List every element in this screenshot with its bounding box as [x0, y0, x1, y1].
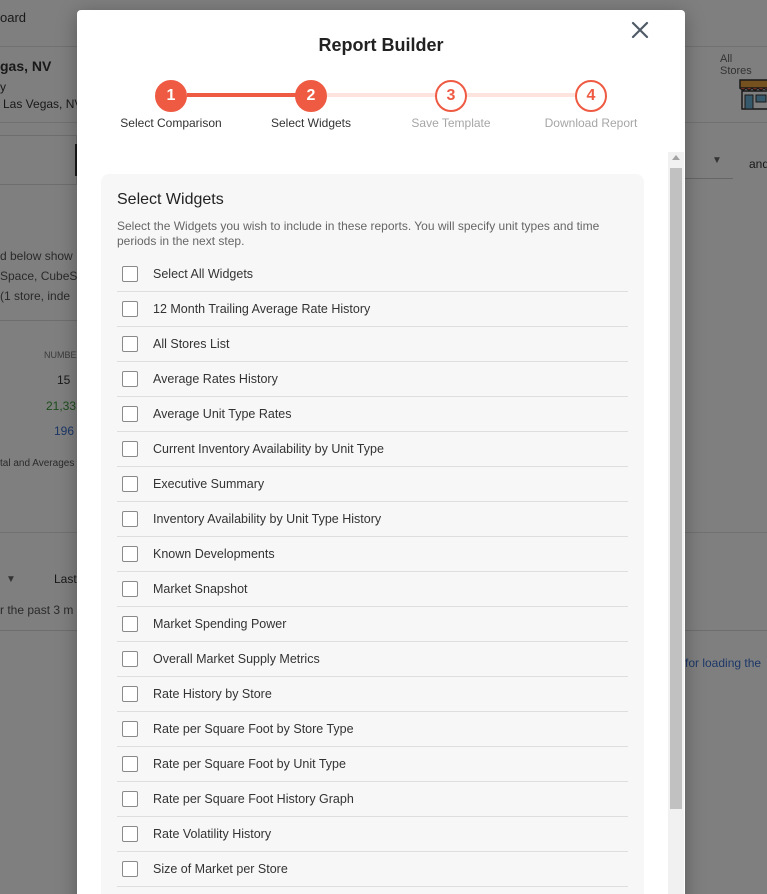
report-builder-modal: Report Builder 1 Select Comparison 2 Sel…: [77, 10, 685, 894]
widget-option[interactable]: All Stores List: [117, 327, 628, 362]
widget-label: Rate per Square Foot History Graph: [153, 792, 354, 806]
step-3-label: Save Template: [411, 116, 491, 130]
widget-checkbox[interactable]: [122, 336, 138, 352]
widget-label: Rate per Square Foot by Store Type: [153, 722, 354, 736]
widget-label: Current Inventory Availability by Unit T…: [153, 442, 384, 456]
widget-option[interactable]: Overall Market Supply Metrics: [117, 642, 628, 677]
widget-option[interactable]: Current Inventory Availability by Unit T…: [117, 432, 628, 467]
close-icon[interactable]: [630, 20, 650, 40]
widget-option[interactable]: Market Snapshot: [117, 572, 628, 607]
widget-option[interactable]: Store Performance Comparison: [117, 887, 628, 894]
widget-checkbox[interactable]: [122, 441, 138, 457]
widget-checkbox[interactable]: [122, 581, 138, 597]
widget-option[interactable]: Executive Summary: [117, 467, 628, 502]
scroll-up-icon[interactable]: [672, 155, 680, 160]
widget-checkbox[interactable]: [122, 301, 138, 317]
widget-label: Executive Summary: [153, 477, 265, 491]
widget-checkbox[interactable]: [122, 371, 138, 387]
widget-label: Known Developments: [153, 547, 275, 561]
widget-checkbox[interactable]: [122, 686, 138, 702]
widget-label: Size of Market per Store: [153, 862, 288, 876]
widget-checkbox[interactable]: [122, 826, 138, 842]
widget-option[interactable]: Rate History by Store: [117, 677, 628, 712]
section-title: Select Widgets: [117, 191, 224, 208]
widget-checkbox[interactable]: [122, 721, 138, 737]
step-2-circle[interactable]: 2: [295, 80, 327, 112]
widget-label: Rate per Square Foot by Unit Type: [153, 757, 346, 771]
widget-checkbox[interactable]: [122, 791, 138, 807]
scrollbar[interactable]: [668, 152, 684, 894]
modal-title: Report Builder: [318, 35, 444, 55]
step-4-label: Download Report: [544, 116, 638, 130]
widget-option[interactable]: Size of Market per Store: [117, 852, 628, 887]
widget-label: Market Spending Power: [153, 617, 287, 631]
step-3-circle[interactable]: 3: [435, 80, 467, 112]
step-1-circle[interactable]: 1: [155, 80, 187, 112]
widget-option[interactable]: Rate per Square Foot History Graph: [117, 782, 628, 817]
widget-checkbox[interactable]: [122, 651, 138, 667]
select-all-row[interactable]: Select All Widgets: [117, 257, 628, 292]
widget-checkbox[interactable]: [122, 406, 138, 422]
widget-checkbox[interactable]: [122, 476, 138, 492]
widget-label: Rate History by Store: [153, 687, 272, 701]
step-1-label: Select Comparison: [120, 116, 222, 130]
widget-option[interactable]: Average Unit Type Rates: [117, 397, 628, 432]
select-all-checkbox[interactable]: [122, 266, 138, 282]
widget-list: Select All Widgets 12 Month Trailing Aver…: [117, 257, 628, 894]
widget-label: Rate Volatility History: [153, 827, 272, 841]
widget-label: Average Unit Type Rates: [153, 407, 292, 421]
step-2-label: Select Widgets: [270, 116, 352, 130]
widget-option[interactable]: Rate Volatility History: [117, 817, 628, 852]
widget-label: 12 Month Trailing Average Rate History: [153, 302, 371, 316]
widget-option[interactable]: Rate per Square Foot by Unit Type: [117, 747, 628, 782]
widget-option[interactable]: Rate per Square Foot by Store Type: [117, 712, 628, 747]
widget-checkbox[interactable]: [122, 546, 138, 562]
widget-label: Select All Widgets: [153, 267, 254, 281]
widget-option[interactable]: Known Developments: [117, 537, 628, 572]
widget-label: Market Snapshot: [153, 582, 248, 596]
select-widgets-card: Select Widgets Select the Widgets you wi…: [101, 174, 644, 894]
widget-option[interactable]: Inventory Availability by Unit Type Hist…: [117, 502, 628, 537]
step-4-circle[interactable]: 4: [575, 80, 607, 112]
widget-checkbox[interactable]: [122, 861, 138, 877]
step-connector-complete: [187, 93, 311, 97]
widget-label: Overall Market Supply Metrics: [153, 652, 320, 666]
widget-checkbox[interactable]: [122, 511, 138, 527]
scrollbar-thumb[interactable]: [670, 168, 682, 809]
widget-label: All Stores List: [153, 337, 230, 351]
widget-option[interactable]: Average Rates History: [117, 362, 628, 397]
widget-label: Average Rates History: [153, 372, 278, 386]
widget-checkbox[interactable]: [122, 616, 138, 632]
widget-option[interactable]: 12 Month Trailing Average Rate History: [117, 292, 628, 327]
widget-checkbox[interactable]: [122, 756, 138, 772]
widget-label: Inventory Availability by Unit Type Hist…: [153, 512, 382, 526]
widget-option[interactable]: Market Spending Power: [117, 607, 628, 642]
section-description: Select the Widgets you wish to include i…: [117, 219, 600, 248]
stepper: 1 Select Comparison 2 Select Widgets 3 S…: [77, 80, 685, 140]
